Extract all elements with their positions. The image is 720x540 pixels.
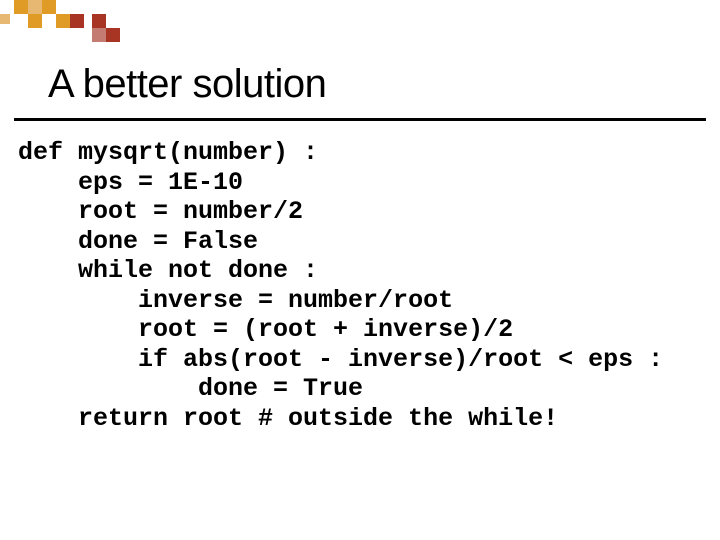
code-block: def mysqrt(number) : eps = 1E-10 root = … [18, 138, 663, 433]
deco-square [28, 14, 42, 28]
slide-title: A better solution [48, 62, 326, 107]
code-line: root = number/2 [18, 197, 303, 226]
title-underline [14, 118, 706, 121]
deco-square [42, 0, 56, 14]
deco-square [92, 14, 106, 28]
deco-square [106, 28, 120, 42]
code-line: root = (root + inverse)/2 [18, 315, 513, 344]
code-line: def mysqrt(number) : [18, 138, 318, 167]
deco-square [70, 14, 84, 28]
deco-square [14, 0, 28, 14]
code-line: if abs(root - inverse)/root < eps : [18, 345, 663, 374]
code-line: done = True [18, 374, 363, 403]
code-line: inverse = number/root [18, 286, 453, 315]
code-line: while not done : [18, 256, 318, 285]
deco-square [92, 28, 106, 42]
code-line: eps = 1E-10 [18, 168, 243, 197]
code-line: return root # outside the while! [18, 404, 558, 433]
code-line: done = False [18, 227, 258, 256]
deco-square [28, 0, 42, 14]
deco-square [56, 14, 70, 28]
deco-square [0, 14, 10, 24]
